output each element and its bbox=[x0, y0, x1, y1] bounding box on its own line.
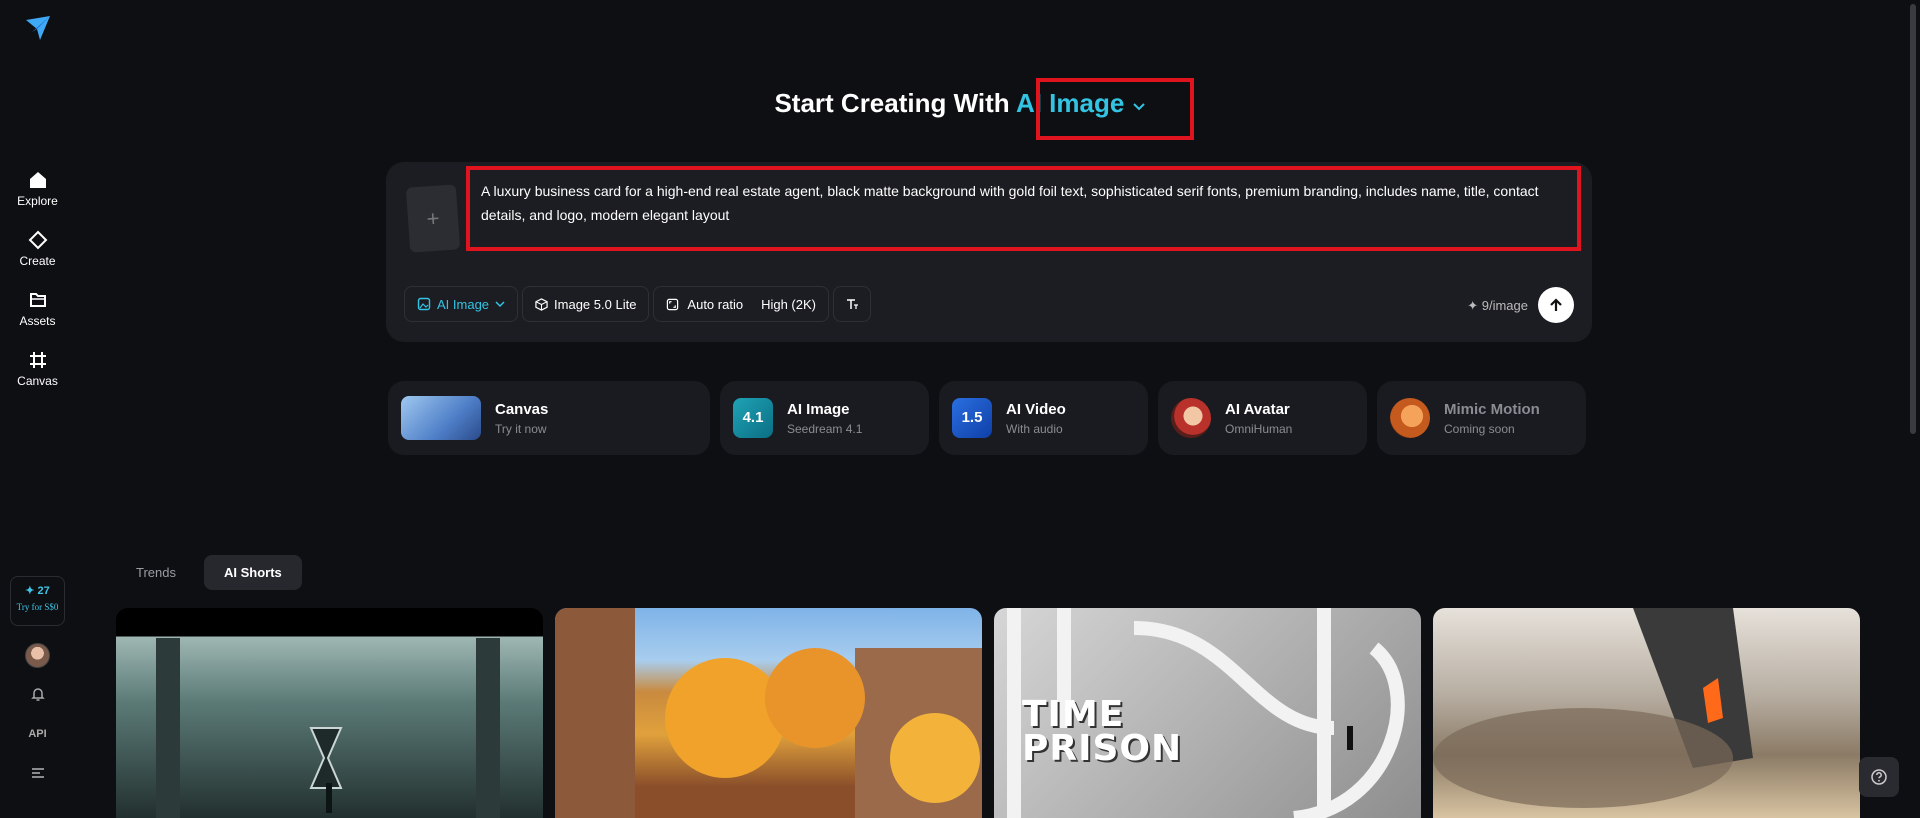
ai-image-badge: 4.1 bbox=[733, 398, 773, 438]
ai-video-badge: 1.5 bbox=[952, 398, 992, 438]
nav-create[interactable]: Create bbox=[0, 230, 75, 268]
nav-canvas-label: Canvas bbox=[17, 374, 58, 388]
gallery: TIME PRISON bbox=[116, 608, 1860, 818]
feature-subtitle: OmniHuman bbox=[1225, 421, 1293, 436]
nav-create-label: Create bbox=[19, 254, 56, 268]
bell-icon[interactable] bbox=[0, 686, 75, 705]
feature-subtitle: Coming soon bbox=[1444, 421, 1515, 436]
feature-card-ai-image[interactable]: 4.1 AI Image Seedream 4.1 bbox=[720, 381, 929, 455]
tab-trends[interactable]: Trends bbox=[116, 555, 196, 590]
avatar[interactable] bbox=[25, 643, 50, 668]
canvas-icon bbox=[29, 352, 46, 368]
text-style-button[interactable] bbox=[833, 286, 871, 322]
content-tabs: Trends AI Shorts bbox=[116, 555, 302, 590]
upload-reference-button[interactable]: + bbox=[405, 184, 461, 253]
nav-explore[interactable]: Explore bbox=[0, 170, 75, 208]
feature-subtitle: With audio bbox=[1006, 421, 1063, 436]
model-selector-label: Image 5.0 Lite bbox=[554, 296, 637, 312]
nav-explore-label: Explore bbox=[17, 194, 58, 208]
mimic-motion-thumbnail bbox=[1390, 398, 1430, 438]
feature-card-mimic-motion: Mimic Motion Coming soon bbox=[1377, 381, 1586, 455]
thumbnail-title-line2: PRISON bbox=[1022, 728, 1183, 769]
app-logo[interactable] bbox=[24, 14, 52, 42]
feature-title: Mimic Motion bbox=[1444, 400, 1540, 418]
collapsing-tower-scene bbox=[1433, 608, 1753, 808]
tab-ai-shorts[interactable]: AI Shorts bbox=[203, 555, 302, 590]
folder-icon bbox=[29, 293, 46, 307]
text-format-icon bbox=[847, 299, 858, 309]
feature-card-canvas[interactable]: Canvas Try it now bbox=[388, 381, 710, 455]
image-icon bbox=[417, 297, 431, 311]
feature-title: Canvas bbox=[495, 400, 549, 418]
feature-title: AI Avatar bbox=[1225, 400, 1290, 418]
feature-subtitle: Seedream 4.1 bbox=[787, 421, 863, 436]
quality-label: High (2K) bbox=[761, 296, 816, 312]
menu-icon[interactable] bbox=[0, 766, 75, 783]
ratio-label: Auto ratio bbox=[687, 296, 744, 312]
prompt-input[interactable]: A luxury business card for a high-end re… bbox=[481, 179, 1581, 227]
gallery-thumbnail[interactable]: TIME PRISON bbox=[994, 608, 1421, 818]
prompt-toolbar: AI Image Image 5.0 Lite Auto ratio High … bbox=[404, 286, 871, 322]
home-icon bbox=[29, 172, 46, 188]
mode-dropdown[interactable]: AI Image bbox=[404, 286, 519, 322]
gallery-thumbnail[interactable] bbox=[555, 608, 982, 818]
autumn-street-scene bbox=[555, 608, 982, 818]
diamond-icon bbox=[28, 230, 47, 250]
credits-badge[interactable]: ✦ 27 Try for S$0 bbox=[10, 576, 65, 626]
ratio-quality-selector[interactable]: Auto ratio High (2K) bbox=[653, 286, 829, 322]
feature-card-ai-video[interactable]: 1.5 AI Video With audio bbox=[939, 381, 1148, 455]
arrow-up-icon bbox=[1550, 298, 1562, 311]
page-scrollbar[interactable] bbox=[1910, 4, 1916, 434]
nav-assets[interactable]: Assets bbox=[0, 290, 75, 328]
feature-subtitle: Try it now bbox=[495, 421, 547, 436]
mode-selector-label: AI Image bbox=[1015, 88, 1125, 118]
feature-title: AI Image bbox=[787, 400, 850, 418]
mode-selector[interactable]: AI Image bbox=[1016, 88, 1146, 118]
thumbnail-title: TIME PRISON bbox=[1022, 697, 1183, 769]
hourglass-scene bbox=[156, 638, 500, 818]
help-button[interactable] bbox=[1859, 757, 1899, 797]
gallery-thumbnail[interactable] bbox=[1433, 608, 1860, 818]
credits-try-label: Try for S$0 bbox=[16, 602, 59, 612]
mode-dropdown-label: AI Image bbox=[437, 296, 490, 312]
api-link[interactable]: API bbox=[0, 728, 75, 740]
cube-icon bbox=[535, 297, 548, 311]
feature-title: AI Video bbox=[1006, 400, 1066, 418]
gallery-thumbnail[interactable] bbox=[116, 608, 543, 818]
cost-per-image: ✦ 9/image bbox=[1467, 298, 1528, 313]
feature-card-ai-avatar[interactable]: AI Avatar OmniHuman bbox=[1158, 381, 1367, 455]
nav-canvas[interactable]: Canvas bbox=[0, 350, 75, 388]
sidebar: Explore Create Assets Canvas ✦ 27 Try fo… bbox=[0, 0, 75, 813]
canvas-thumbnail bbox=[401, 396, 481, 440]
page-title: Start Creating With AI Image bbox=[0, 88, 1920, 119]
prompt-card: + A luxury business card for a high-end … bbox=[386, 162, 1592, 342]
generate-button[interactable] bbox=[1538, 287, 1574, 323]
model-selector[interactable]: Image 5.0 Lite bbox=[522, 286, 650, 322]
title-prefix: Start Creating With bbox=[774, 88, 1010, 118]
chevron-down-icon bbox=[495, 300, 505, 307]
help-icon bbox=[1871, 769, 1887, 785]
nav-assets-label: Assets bbox=[19, 314, 56, 328]
aspect-ratio-icon bbox=[667, 298, 679, 310]
chevron-down-icon bbox=[1132, 103, 1145, 111]
feature-cards: Canvas Try it now 4.1 AI Image Seedream … bbox=[388, 381, 1586, 455]
credits-count: ✦ 27 bbox=[25, 585, 50, 597]
ai-avatar-thumbnail bbox=[1171, 398, 1211, 438]
